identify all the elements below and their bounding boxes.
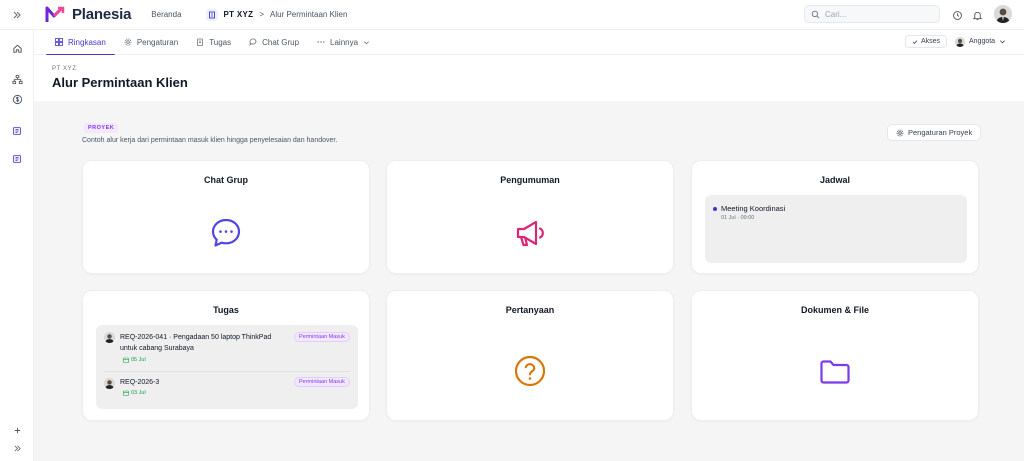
task-title: REQ-2026-041 · Pengadaan 50 laptop Think… bbox=[120, 334, 272, 352]
more-icon bbox=[317, 41, 325, 43]
access-label: Akses bbox=[921, 38, 941, 45]
event-time: 01 Jul · 09:00 bbox=[721, 215, 755, 221]
questions-card[interactable]: Pertanyaan bbox=[386, 290, 674, 421]
project-description: Contoh alur kerja dari permintaan masuk … bbox=[82, 137, 338, 144]
tab-chat-grup[interactable]: Chat Grup bbox=[240, 30, 308, 55]
expand-sidebar-icon[interactable] bbox=[0, 0, 34, 30]
chevron-down-icon bbox=[364, 40, 370, 44]
org-chart-icon[interactable] bbox=[10, 72, 24, 86]
card-title: Pertanyaan bbox=[505, 305, 555, 315]
chat-bubble-icon bbox=[208, 215, 244, 251]
user-avatar[interactable] bbox=[994, 5, 1012, 23]
search-icon bbox=[811, 10, 820, 18]
card-title: Tugas bbox=[213, 305, 239, 315]
megaphone-icon bbox=[512, 215, 548, 251]
task-due-date: 05 Jul bbox=[123, 357, 146, 363]
announcements-card[interactable]: Pengumuman bbox=[386, 160, 674, 274]
chat-group-card[interactable]: Chat Grup bbox=[82, 160, 370, 274]
page-org-label: PT XYZ bbox=[52, 66, 77, 72]
breadcrumb-org[interactable]: PT XYZ bbox=[224, 10, 254, 19]
task-status-badge: Permintaan Masuk bbox=[294, 377, 350, 387]
page-title: Alur Permintaan Klien bbox=[52, 75, 188, 90]
schedule-card[interactable]: Jadwal Meeting Koordinasi 01 Jul · 09:00 bbox=[691, 160, 979, 274]
member-avatar bbox=[955, 36, 965, 47]
left-sidebar bbox=[0, 30, 34, 461]
calendar-icon bbox=[123, 357, 129, 363]
project-board-icon-2[interactable] bbox=[10, 152, 24, 166]
card-title: Dokumen & File bbox=[800, 305, 869, 315]
project-settings-label: Pengaturan Proyek bbox=[908, 128, 973, 137]
task-list: REQ-2026-041 · Pengadaan 50 laptop Think… bbox=[96, 325, 358, 409]
project-settings-button[interactable]: Pengaturan Proyek bbox=[887, 124, 982, 141]
tab-label: Lainnya bbox=[330, 37, 359, 47]
tab-label: Ringkasan bbox=[68, 37, 106, 47]
question-circle-icon bbox=[512, 353, 548, 389]
tab-tugas[interactable]: Tugas bbox=[187, 30, 240, 55]
bell-icon[interactable] bbox=[970, 8, 984, 22]
breadcrumb: PT XYZ > Alur Permintaan Klien bbox=[205, 8, 348, 21]
event-title: Meeting Koordinasi bbox=[721, 204, 786, 213]
documents-card[interactable]: Dokumen & File bbox=[691, 290, 979, 421]
tab-lainnya[interactable]: Lainnya bbox=[308, 30, 379, 55]
card-title: Jadwal bbox=[819, 175, 850, 185]
task-due-date: 03 Jul bbox=[123, 390, 146, 396]
project-tag: PROYEK bbox=[84, 123, 119, 133]
search-box[interactable] bbox=[804, 5, 940, 23]
calendar-icon bbox=[123, 390, 129, 396]
app-name: Planesia bbox=[72, 6, 132, 23]
tab-ringkasan[interactable]: Ringkasan bbox=[46, 30, 115, 56]
members-label: Anggota bbox=[969, 38, 996, 45]
task-date-text: 03 Jul bbox=[131, 390, 146, 396]
gear-icon bbox=[896, 129, 904, 136]
check-icon bbox=[912, 39, 918, 44]
project-tabs: Ringkasan Pengaturan Tugas Chat Grup Lai… bbox=[34, 30, 1024, 56]
breadcrumb-page: Alur Permintaan Klien bbox=[270, 10, 348, 19]
chat-icon bbox=[249, 38, 257, 46]
task-date-text: 05 Jul bbox=[131, 357, 146, 363]
expand-icon[interactable] bbox=[10, 441, 24, 455]
history-icon[interactable] bbox=[950, 8, 964, 22]
project-overview: PROYEK Contoh alur kerja dari permintaan… bbox=[34, 101, 1024, 461]
tab-label: Chat Grup bbox=[262, 37, 300, 47]
tasks-card[interactable]: Tugas REQ-2026-041 · Pengadaan 50 laptop… bbox=[82, 290, 370, 421]
tab-label: Tugas bbox=[209, 37, 232, 47]
members-dropdown[interactable]: Anggota bbox=[955, 35, 1006, 48]
breadcrumb-separator: > bbox=[259, 10, 265, 19]
planesia-logo-icon bbox=[45, 6, 65, 22]
home-icon[interactable] bbox=[10, 41, 24, 55]
divider bbox=[104, 371, 350, 372]
event-dot bbox=[713, 207, 717, 211]
grid-icon bbox=[55, 38, 63, 46]
dollar-icon[interactable] bbox=[10, 92, 24, 106]
schedule-event[interactable]: Meeting Koordinasi 01 Jul · 09:00 bbox=[705, 195, 967, 263]
project-board-icon[interactable] bbox=[10, 124, 24, 138]
tab-pengaturan[interactable]: Pengaturan bbox=[115, 30, 187, 55]
gear-icon bbox=[124, 38, 132, 46]
task-assignee-avatar bbox=[104, 378, 115, 389]
clipboard-icon bbox=[197, 38, 204, 46]
task-status-badge: Permintaan Masuk bbox=[294, 332, 350, 342]
top-bar: Planesia Beranda PT XYZ > Alur Permintaa… bbox=[0, 0, 1024, 30]
task-title: REQ-2026-3 bbox=[120, 379, 160, 386]
chevron-down-icon bbox=[1000, 40, 1006, 44]
search-input[interactable] bbox=[825, 9, 925, 19]
building-icon bbox=[205, 8, 218, 21]
card-title: Pengumuman bbox=[500, 175, 560, 185]
app-logo[interactable]: Planesia bbox=[44, 5, 131, 25]
tab-label: Pengaturan bbox=[136, 37, 179, 47]
task-assignee-avatar bbox=[104, 332, 115, 343]
access-button[interactable]: Akses bbox=[905, 35, 948, 48]
home-link[interactable]: Beranda bbox=[151, 10, 181, 19]
folder-icon bbox=[817, 353, 853, 389]
plus-icon[interactable] bbox=[10, 423, 24, 437]
page-header: PT XYZ Alur Permintaan Klien bbox=[34, 55, 1024, 101]
card-title: Chat Grup bbox=[204, 175, 248, 185]
